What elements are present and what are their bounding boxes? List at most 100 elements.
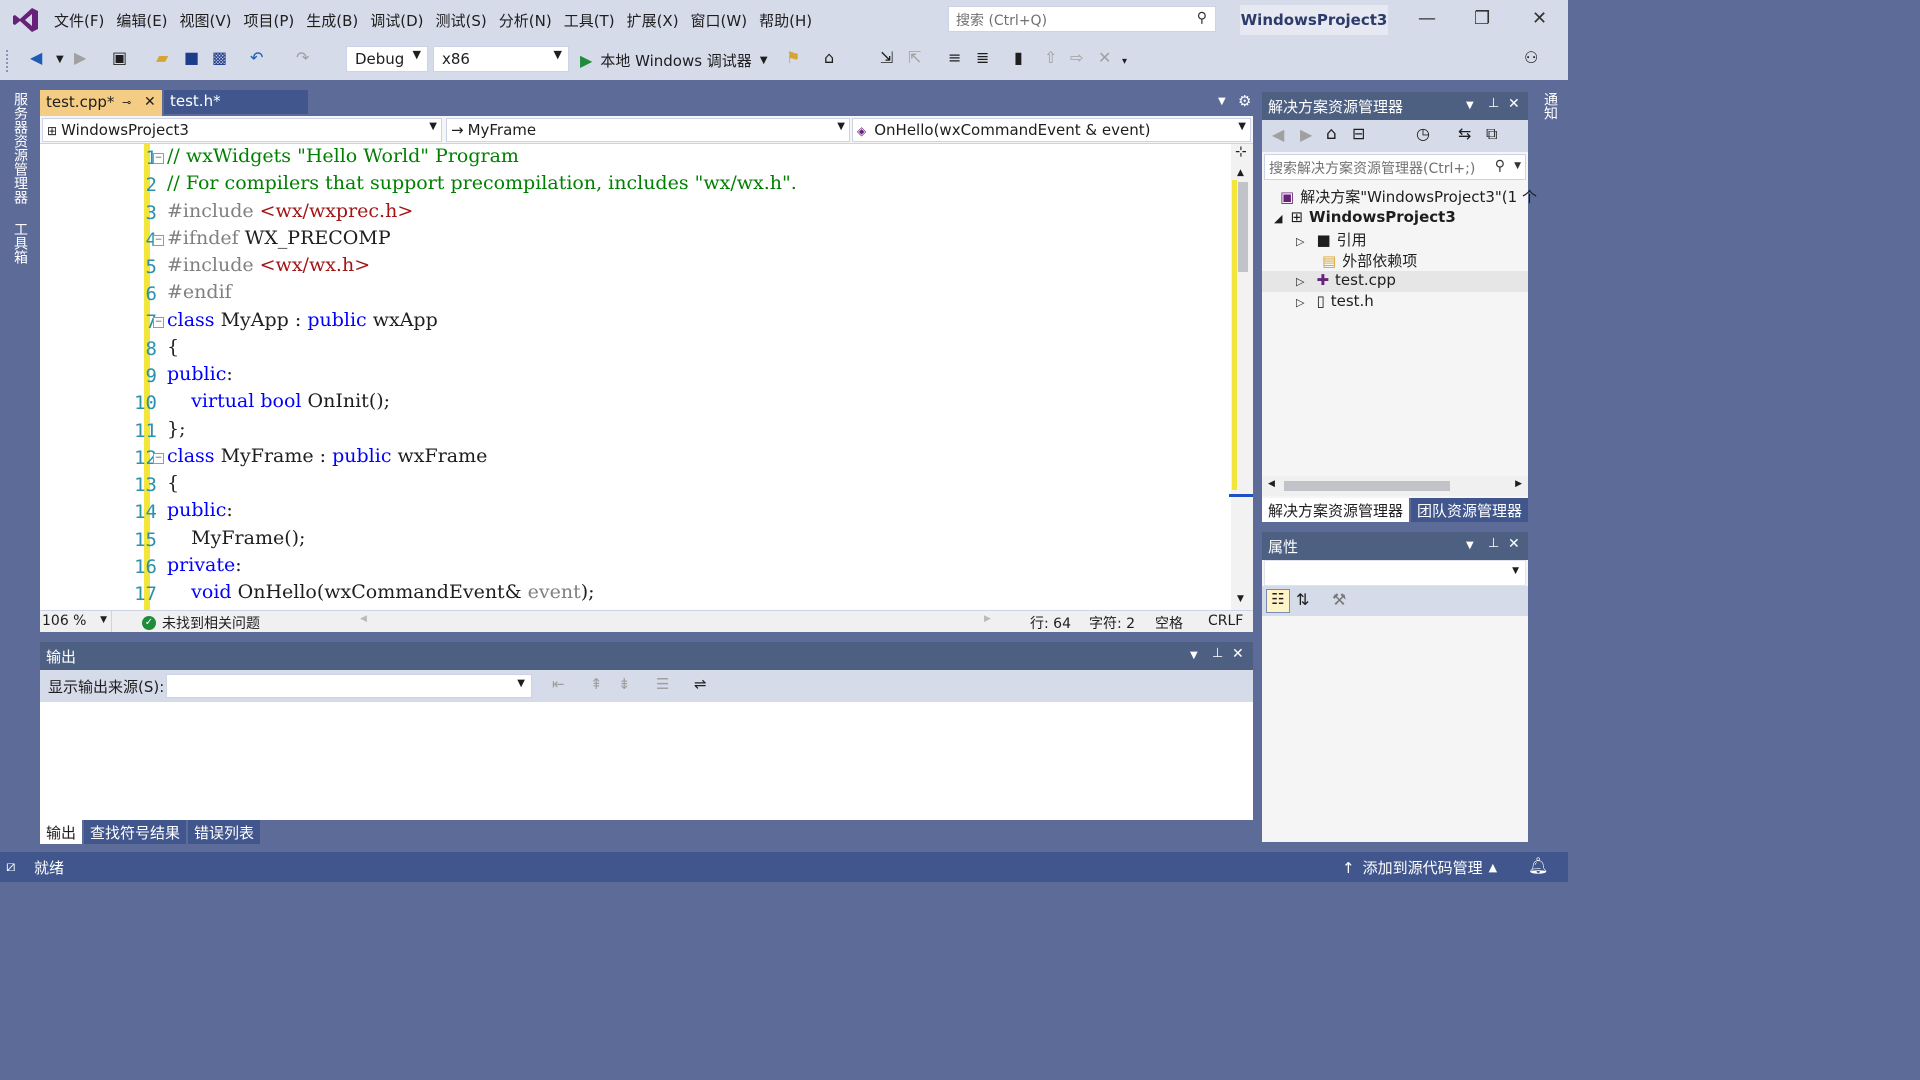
tab-solution-explorer[interactable]: 解决方案资源管理器 (1262, 498, 1409, 522)
indent-indicator[interactable]: 空格 (1155, 613, 1183, 633)
close-button[interactable]: ✕ (1532, 8, 1547, 29)
pin-icon[interactable]: ⊥ (1488, 96, 1499, 111)
find-message-icon[interactable]: ⇤ (552, 675, 565, 693)
navigate-forward-icon[interactable]: ▶ (74, 48, 86, 72)
tab-test-cpp[interactable]: test.cpp* ⊸ ✕ (40, 90, 162, 116)
menu-test[interactable]: 测试(S) (436, 10, 487, 31)
code-line[interactable]: // wxWidgets "Hello World" Program (167, 145, 519, 167)
close-icon[interactable]: ✕ (1232, 646, 1244, 662)
live-share-icon[interactable]: ⚇ (1524, 48, 1538, 72)
pin-icon[interactable]: ⊸ (122, 96, 131, 109)
issues-indicator[interactable]: ✓ 未找到相关问题 (142, 613, 260, 633)
scroll-up-icon[interactable]: ▲ (1237, 168, 1244, 178)
code-line[interactable]: public: (167, 363, 233, 385)
menu-extensions[interactable]: 扩展(X) (627, 10, 679, 31)
step-into-icon[interactable]: ⇲ (880, 48, 893, 72)
scroll-right-icon[interactable]: ▶ (984, 614, 991, 624)
menu-analyze[interactable]: 分析(N) (499, 10, 552, 31)
switch-views-icon[interactable]: ⊟ (1352, 124, 1365, 143)
save-all-icon[interactable]: ▩ (212, 48, 227, 72)
alphabetical-sort-icon[interactable]: ⇅ (1296, 590, 1309, 609)
code-line[interactable]: virtual bool OnInit(); (167, 390, 390, 412)
collapsed-arrow-icon[interactable]: ▷ (1296, 296, 1304, 309)
uncomment-icon[interactable]: ≣ (976, 48, 989, 72)
close-icon[interactable]: ✕ (1508, 96, 1520, 112)
undo-icon[interactable]: ↶ (250, 48, 263, 72)
fold-toggle-icon[interactable]: − (153, 153, 164, 164)
code-line[interactable]: // For compilers that support precompila… (167, 172, 797, 194)
new-project-icon[interactable]: ▣ (112, 48, 127, 72)
code-line[interactable]: private: (167, 554, 242, 576)
browser-link-icon[interactable]: ⌂ (824, 48, 834, 72)
navigate-back-icon[interactable]: ◀ (30, 48, 42, 72)
scroll-left-icon[interactable]: ◀ (1268, 479, 1275, 489)
code-line[interactable]: #include <wx/wxprec.h> (167, 200, 413, 222)
tree-item-test-h[interactable]: ▷ ▯ test.h (1296, 292, 1374, 313)
code-editor[interactable]: 1−// wxWidgets "Hello World" Program 2// … (40, 144, 1253, 610)
eol-indicator[interactable]: CRLF (1208, 613, 1243, 629)
redo-icon[interactable]: ↷ (296, 48, 309, 72)
code-line[interactable]: public: (167, 499, 233, 521)
collapsed-arrow-icon[interactable]: ▷ (1296, 235, 1304, 248)
start-debugging-button[interactable]: ▶ 本地 Windows 调试器 ▼ (580, 48, 768, 72)
open-file-icon[interactable]: ▰ (156, 48, 168, 72)
menu-project[interactable]: 项目(P) (244, 10, 295, 31)
fold-toggle-icon[interactable]: − (153, 452, 164, 464)
sync-icon[interactable]: ⇆ (1458, 124, 1471, 143)
toolbar-overflow-icon[interactable]: ▾ (1122, 56, 1127, 80)
prev-bookmark-icon[interactable]: ⇧ (1044, 48, 1057, 72)
tab-team-explorer[interactable]: 团队资源管理器 (1411, 498, 1528, 522)
notifications-tab[interactable]: 通知 (1540, 92, 1560, 120)
menu-window[interactable]: 窗口(W) (691, 10, 748, 31)
restore-button[interactable]: ❐ (1474, 8, 1490, 29)
scroll-right-icon[interactable]: ▶ (1515, 479, 1522, 489)
tree-item-test-cpp[interactable]: ▷ ✚ test.cpp (1262, 271, 1528, 292)
add-to-source-control-button[interactable]: ↑ 添加到源代码管理 ▲ (1342, 857, 1497, 878)
bookmark-icon[interactable]: ▮ (1014, 48, 1023, 72)
save-icon[interactable]: ■ (184, 48, 199, 72)
clear-bookmarks-icon[interactable]: ✕ (1098, 48, 1111, 72)
tree-item-project[interactable]: ◢ ⊞ WindowsProject3 (1274, 208, 1456, 229)
class-scope-select[interactable]: → MyFrame ▼ (446, 118, 850, 142)
menu-edit[interactable]: 编辑(E) (116, 10, 167, 31)
next-message-icon[interactable]: ⇟ (618, 675, 631, 693)
panel-dropdown-icon[interactable]: ▼ (1190, 650, 1198, 661)
pending-changes-icon[interactable]: ◷ (1416, 124, 1430, 143)
pin-icon[interactable]: ⊥ (1488, 536, 1499, 551)
platform-select[interactable]: x86 ▼ (433, 46, 569, 72)
expanded-arrow-icon[interactable]: ◢ (1274, 212, 1282, 225)
properties-object-select[interactable]: ▼ (1264, 560, 1526, 586)
previous-message-icon[interactable]: ⇞ (590, 675, 603, 693)
solution-search-input[interactable]: 搜索解决方案资源管理器(Ctrl+;) ⚲ ▼ (1264, 154, 1526, 180)
comment-out-icon[interactable]: ≡ (948, 48, 961, 72)
scrollbar-thumb[interactable] (1238, 182, 1248, 272)
tree-item-external-deps[interactable]: ▤ 外部依赖项 (1322, 250, 1417, 271)
scroll-left-icon[interactable]: ◀ (360, 614, 367, 624)
tree-item-references[interactable]: ▷ ■ 引用 (1296, 229, 1367, 250)
step-over-icon[interactable]: ⇱ (908, 48, 921, 72)
code-line[interactable]: class MyFrame : public wxFrame (167, 445, 487, 467)
panel-dropdown-icon[interactable]: ▼ (1466, 540, 1474, 551)
menu-build[interactable]: 生成(B) (306, 10, 358, 31)
code-line[interactable]: class MyApp : public wxApp (167, 309, 438, 331)
menu-view[interactable]: 视图(V) (180, 10, 232, 31)
menu-help[interactable]: 帮助(H) (759, 10, 812, 31)
tab-test-h[interactable]: test.h* (164, 90, 308, 114)
code-line[interactable]: }; (167, 418, 186, 440)
code-line[interactable]: void OnHello(wxCommandEvent& event); (167, 581, 594, 603)
toolbox-tab[interactable]: 工具箱 (10, 222, 30, 264)
next-bookmark-icon[interactable]: ⇨ (1070, 48, 1083, 72)
settings-gear-icon[interactable]: ⚙ (1238, 92, 1251, 110)
find-in-files-icon[interactable]: ⚑ (786, 48, 800, 72)
tab-error-list[interactable]: 错误列表 (188, 820, 261, 844)
code-line[interactable]: MyFrame(); (167, 527, 305, 549)
member-scope-select[interactable]: ◈ OnHello(wxCommandEvent & event) ▼ (852, 118, 1251, 142)
scroll-down-icon[interactable]: ▼ (1237, 594, 1244, 604)
scrollbar-thumb[interactable] (1284, 481, 1450, 491)
menu-debug[interactable]: 调试(D) (370, 10, 423, 31)
collapsed-arrow-icon[interactable]: ▷ (1296, 275, 1304, 288)
split-editor-icon[interactable]: ⊹ (1235, 144, 1247, 160)
minimize-button[interactable]: — (1418, 8, 1436, 29)
tab-list-dropdown-icon[interactable]: ▼ (1218, 96, 1226, 107)
menu-file[interactable]: 文件(F) (54, 10, 104, 31)
